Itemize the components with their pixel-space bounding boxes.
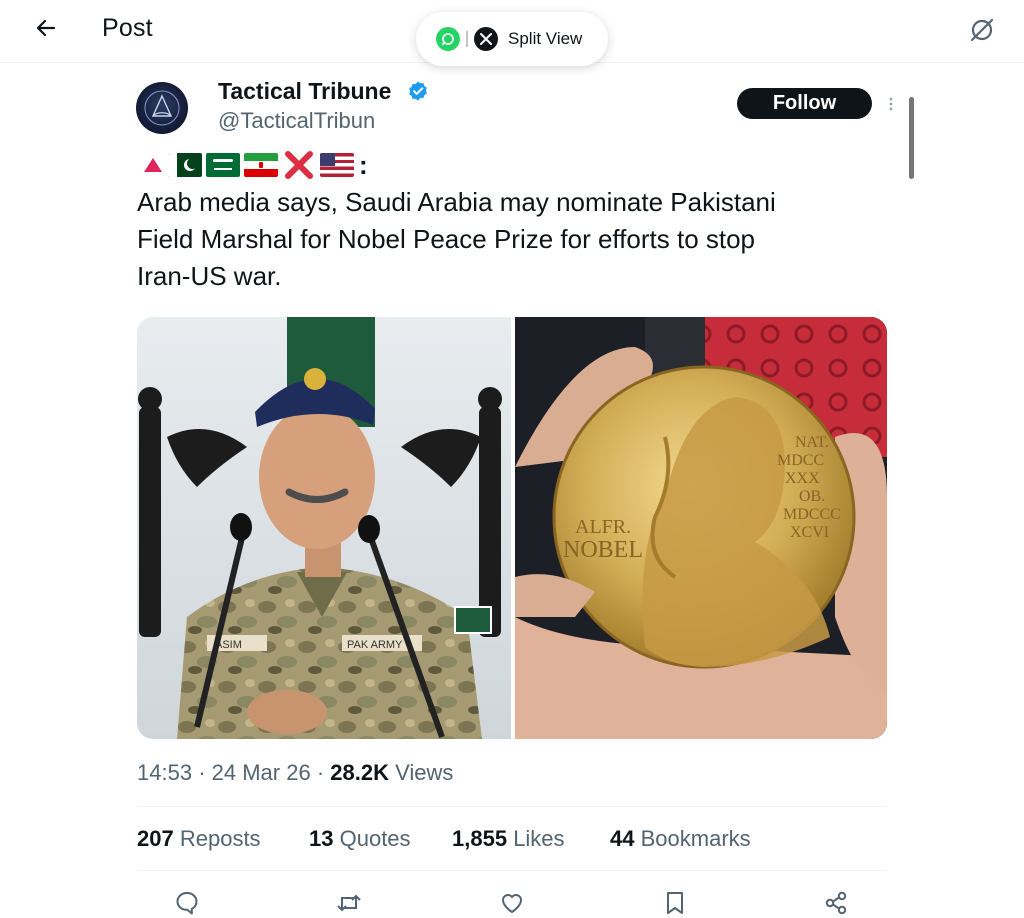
reply-button[interactable]: [172, 888, 202, 918]
medal-text-alfr: ALFR. NOBEL: [563, 516, 643, 563]
like-button[interactable]: [497, 888, 527, 918]
post-meta: 14:53 · 24 Mar 26 · 28.2K Views: [137, 760, 454, 785]
author-name[interactable]: Tactical Tribune: [218, 78, 391, 105]
reposts-label: Reposts: [179, 826, 261, 851]
usa-flag-emoji: [320, 153, 354, 177]
repost-icon: [337, 894, 361, 912]
divider-bottom: [137, 870, 887, 871]
share-button[interactable]: [821, 888, 851, 918]
saudi-flag-emoji: [206, 153, 240, 177]
quotes-count: 13: [309, 826, 334, 851]
more-icon[interactable]: [887, 96, 895, 112]
repost-button[interactable]: [334, 888, 364, 918]
quotes-label: Quotes: [339, 826, 411, 851]
pakistan-flag-emoji: [168, 153, 202, 177]
bookmarks-count: 44: [610, 826, 635, 851]
post-text: Arab media says, Saudi Arabia may nomina…: [137, 187, 776, 291]
pill-separator: [466, 31, 468, 47]
follow-button[interactable]: Follow: [737, 88, 872, 119]
grok-button[interactable]: [962, 10, 1002, 50]
split-view-pill[interactable]: Split View: [416, 12, 608, 66]
officer-photo[interactable]: ASIM PAK ARMY: [137, 317, 511, 739]
author-handle[interactable]: @TacticalTribun: [218, 108, 375, 134]
avatar[interactable]: [136, 82, 188, 134]
grok-icon: [970, 18, 994, 42]
views-count: 28.2K: [330, 760, 389, 785]
split-view-label: Split View: [508, 29, 583, 48]
reply-icon: [176, 892, 198, 915]
avatar-emblem-icon: [144, 90, 180, 126]
like-icon: [502, 894, 522, 913]
cross-mark-emoji: [285, 151, 313, 179]
divider-top: [137, 806, 887, 807]
bookmark-button[interactable]: [660, 888, 690, 918]
bookmarks-stat[interactable]: 44 Bookmarks: [610, 826, 751, 852]
scrollbar[interactable]: [909, 97, 914, 179]
iran-flag-emoji: [244, 153, 278, 177]
page-title: Post: [102, 14, 153, 42]
back-button[interactable]: [28, 10, 64, 46]
x-logo-icon: [474, 27, 498, 51]
nobel-medal-photo[interactable]: ALFR. NOBEL NAT. MDCC XXX OB. MDCCC XCVI: [515, 317, 887, 739]
quotes-stat[interactable]: 13 Quotes: [309, 826, 411, 852]
red-triangle-emoji: [144, 158, 162, 172]
whatsapp-icon: [436, 27, 460, 51]
post-time: 14:53: [137, 760, 193, 785]
bookmarks-label: Bookmarks: [640, 826, 751, 851]
post-media[interactable]: ASIM PAK ARMY ALFR. NOBEL NAT. MDCC XXX …: [137, 317, 887, 739]
likes-count: 1,855: [452, 826, 508, 851]
bookmark-icon: [667, 892, 683, 914]
likes-label: Likes: [513, 826, 565, 851]
action-bar: [0, 884, 1024, 917]
share-icon: [825, 891, 847, 915]
name-tape-right: PAK ARMY: [347, 639, 403, 651]
post-date: 24 Mar 26: [211, 760, 311, 785]
emoji-flags-line: :: [142, 148, 368, 182]
back-arrow-icon: [36, 19, 56, 37]
verified-badge-icon: [409, 81, 427, 101]
likes-stat[interactable]: 1,855 Likes: [452, 826, 565, 852]
views-label[interactable]: Views: [395, 760, 453, 785]
reposts-count: 207: [137, 826, 174, 851]
flags-colon: :: [359, 149, 368, 180]
reposts-stat[interactable]: 207 Reposts: [137, 826, 261, 852]
